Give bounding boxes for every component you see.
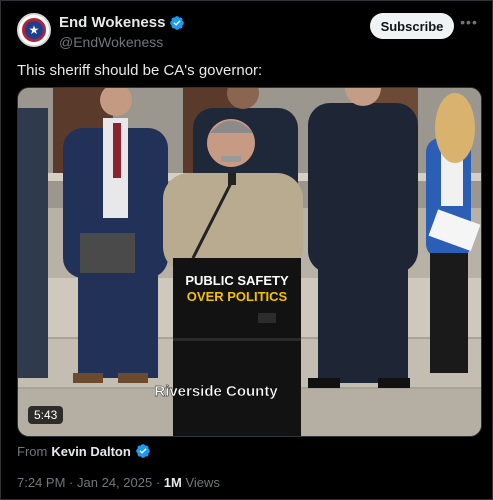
video-caption: Riverside County	[154, 383, 278, 400]
meta-separator: ·	[69, 475, 74, 490]
views-count: 1M	[163, 475, 182, 490]
author-name-row[interactable]: End Wokeness	[59, 13, 185, 32]
meta-separator: ·	[155, 475, 161, 490]
verified-badge-icon	[170, 15, 185, 30]
source-name[interactable]: Kevin Dalton	[51, 444, 130, 459]
from-label: From	[17, 443, 48, 459]
video-frame: PUBLIC SAFETY OVER POLITICS Riverside Co…	[18, 88, 481, 436]
source-attribution: From Kevin Dalton	[17, 443, 151, 459]
tweet-card: ★ End Wokeness @EndWokeness Subscribe ••…	[0, 0, 493, 500]
tweet-text: This sheriff should be CA's governor:	[17, 62, 263, 79]
podium-line2: OVER POLITICS	[187, 289, 288, 304]
more-options-icon[interactable]: •••	[460, 15, 478, 33]
video-duration: 5:43	[28, 406, 64, 424]
podium-line1: PUBLIC SAFETY	[185, 273, 289, 288]
author-block: End Wokeness @EndWokeness	[59, 13, 185, 50]
avatar-star-icon: ★	[28, 23, 40, 37]
display-name[interactable]: End Wokeness	[59, 14, 165, 31]
video-player[interactable]: PUBLIC SAFETY OVER POLITICS Riverside Co…	[17, 87, 482, 437]
user-handle[interactable]: @EndWokeness	[59, 34, 185, 50]
tweet-time[interactable]: 7:24 PM	[17, 475, 65, 490]
tweet-date[interactable]: Jan 24, 2025	[77, 475, 152, 490]
verified-badge-icon	[135, 444, 150, 458]
subscribe-button[interactable]: Subscribe	[370, 13, 454, 39]
tweet-header: ★ End Wokeness @EndWokeness Subscribe ••…	[17, 13, 478, 50]
avatar[interactable]: ★	[17, 13, 51, 47]
views-label: Views	[185, 475, 220, 490]
tweet-metadata: 7:24 PM · Jan 24, 2025 · 1M Views	[17, 475, 220, 490]
